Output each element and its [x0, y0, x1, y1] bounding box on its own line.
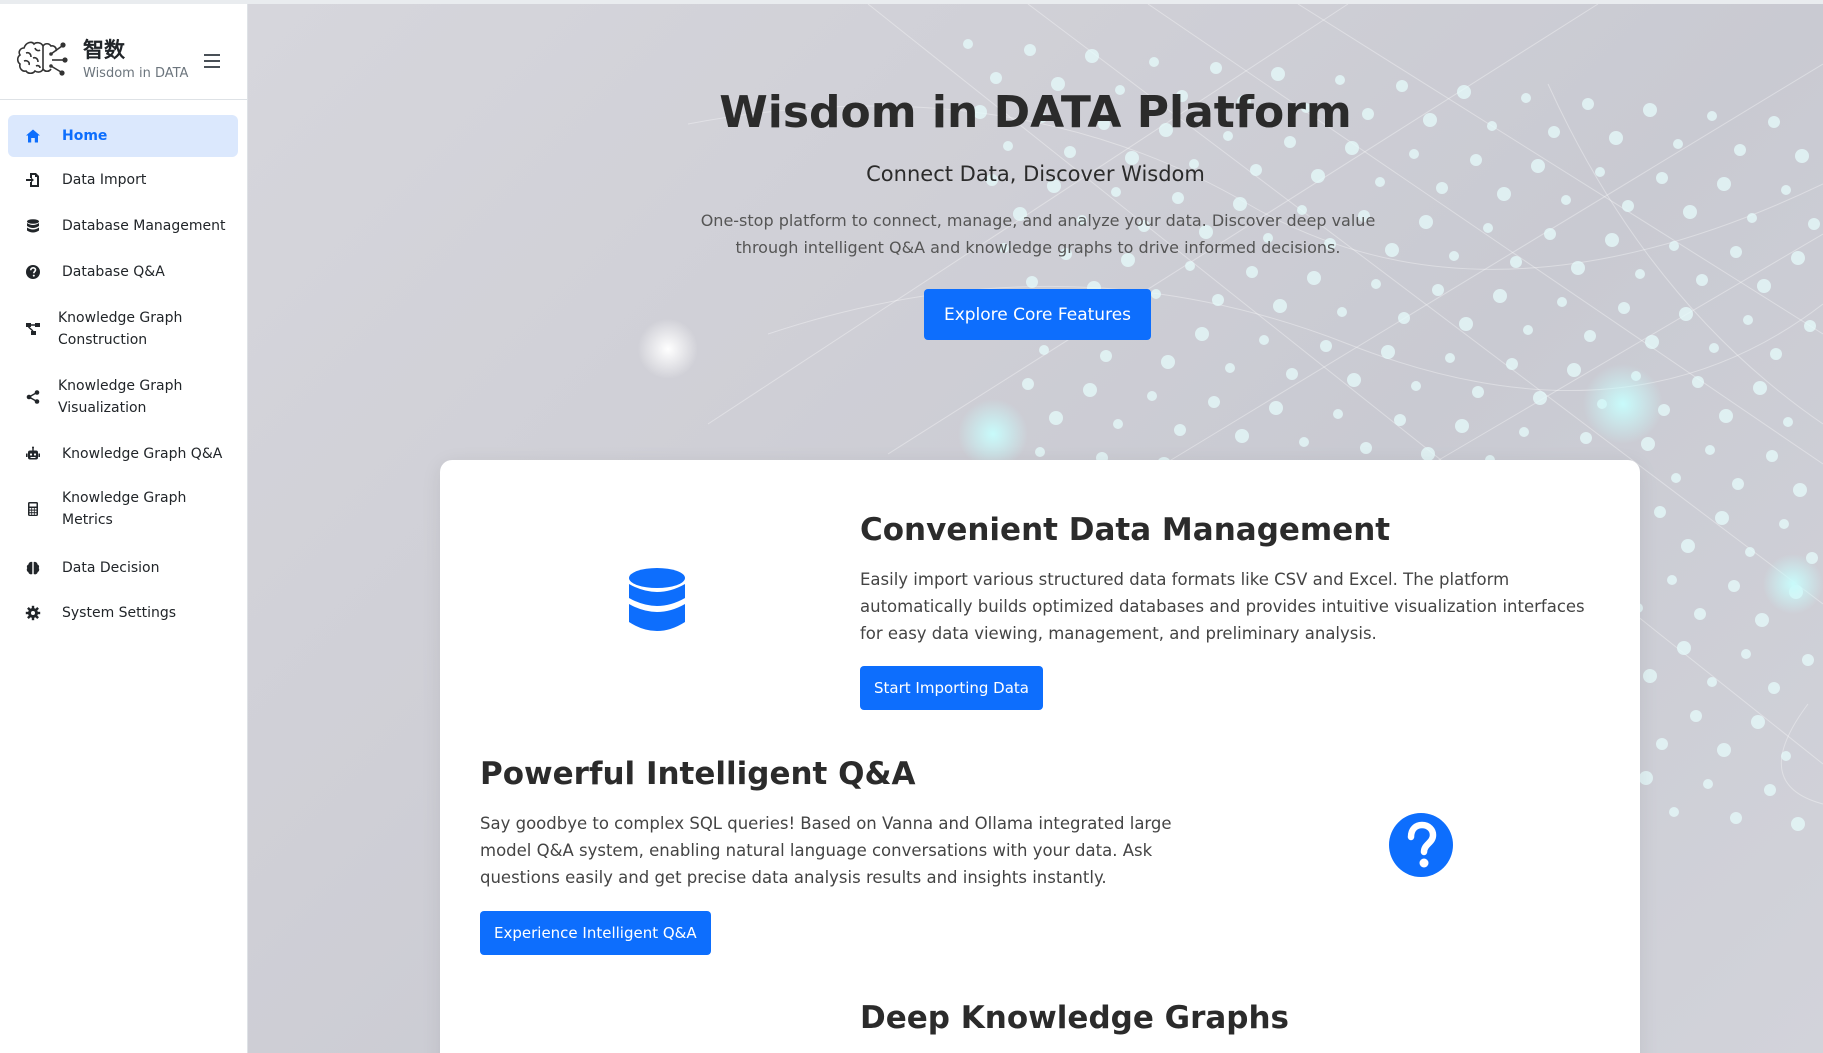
sidebar-item-label: Data Decision — [62, 560, 160, 576]
sidebar-item-database-management[interactable]: Database Management — [8, 205, 238, 247]
database-icon — [24, 217, 42, 235]
sidebar-item-label-wrap: Knowledge Graph Metrics — [62, 487, 186, 531]
question-circle-icon — [24, 263, 42, 281]
sidebar-item-kg-qa[interactable]: Knowledge Graph Q&A — [8, 433, 238, 475]
start-importing-data-button[interactable]: Start Importing Data — [860, 666, 1043, 710]
question-circle-icon — [1389, 813, 1453, 877]
brand-header: 智数 Wisdom in DATA — [0, 4, 247, 100]
sidebar-item-kg-metrics[interactable]: Knowledge Graph Metrics — [8, 477, 238, 541]
sidebar-item-database-qa[interactable]: Database Q&A — [8, 251, 238, 293]
file-import-icon — [24, 171, 42, 189]
sidebar-item-data-import[interactable]: Data Import — [8, 159, 238, 201]
brand-subtitle: Wisdom in DATA — [83, 66, 189, 81]
sidebar-item-label: Home — [62, 128, 108, 144]
home-icon — [24, 127, 42, 145]
sidebar-item-label: Knowledge Graph Q&A — [62, 446, 223, 462]
brain-icon — [24, 559, 42, 577]
hero-description: One-stop platform to connect, manage, an… — [700, 211, 1376, 257]
brand-name: 智数 — [83, 38, 125, 62]
project-diagram-icon — [24, 320, 42, 338]
sidebar-item-label: System Settings — [62, 605, 177, 621]
sidebar-item-label: Knowledge Graph — [58, 310, 183, 326]
database-icon — [629, 568, 685, 631]
gear-icon — [24, 604, 42, 622]
share-nodes-icon — [24, 388, 42, 406]
sidebar-item-home[interactable]: Home — [8, 115, 238, 157]
experience-intelligent-qa-button[interactable]: Experience Intelligent Q&A — [480, 911, 711, 955]
sidebar-item-label: Construction — [58, 332, 148, 348]
calculator-icon — [24, 500, 42, 518]
hero-subtitle: Connect Data, Discover Wisdom — [866, 162, 1205, 186]
menu-toggle-icon[interactable] — [204, 54, 220, 68]
sidebar-item-label: Knowledge Graph — [62, 490, 187, 506]
hero-title: Wisdom in DATA Platform — [719, 87, 1352, 138]
explore-core-features-button[interactable]: Explore Core Features — [924, 289, 1151, 340]
feature-text-intelligent-qa: Say goodbye to complex SQL queries! Base… — [480, 814, 1172, 887]
sidebar-item-label-wrap: Knowledge Graph Construction — [58, 307, 182, 351]
sidebar-item-label: Data Import — [62, 172, 147, 188]
feature-title-data-management: Convenient Data Management — [860, 512, 1391, 548]
sidebar-item-label: Knowledge Graph — [58, 378, 183, 394]
robot-icon — [24, 445, 42, 463]
feature-title-knowledge-graphs: Deep Knowledge Graphs — [860, 1000, 1290, 1036]
sidebar-item-label: Metrics — [62, 512, 113, 528]
sidebar-item-data-decision[interactable]: Data Decision — [8, 547, 238, 589]
sidebar-item-kg-visualization[interactable]: Knowledge Graph Visualization — [8, 365, 238, 429]
sidebar-item-kg-construction[interactable]: Knowledge Graph Construction — [8, 297, 238, 361]
feature-text-data-management: Easily import various structured data fo… — [860, 570, 1585, 643]
sidebar-item-label: Database Q&A — [62, 264, 165, 280]
sidebar-item-label: Database Management — [62, 218, 226, 234]
sidebar: 智数 Wisdom in DATA Home Data Import Datab… — [0, 4, 248, 1053]
feature-title-intelligent-qa: Powerful Intelligent Q&A — [480, 756, 916, 792]
brain-network-logo-icon — [16, 41, 68, 76]
features-card: Convenient Data Management Easily import… — [440, 460, 1640, 1053]
sidebar-item-system-settings[interactable]: System Settings — [8, 592, 238, 634]
sidebar-item-label-wrap: Knowledge Graph Visualization — [58, 375, 182, 419]
sidebar-item-label: Visualization — [58, 400, 147, 416]
main-content: Wisdom in DATA Platform Connect Data, Di… — [248, 4, 1823, 1053]
